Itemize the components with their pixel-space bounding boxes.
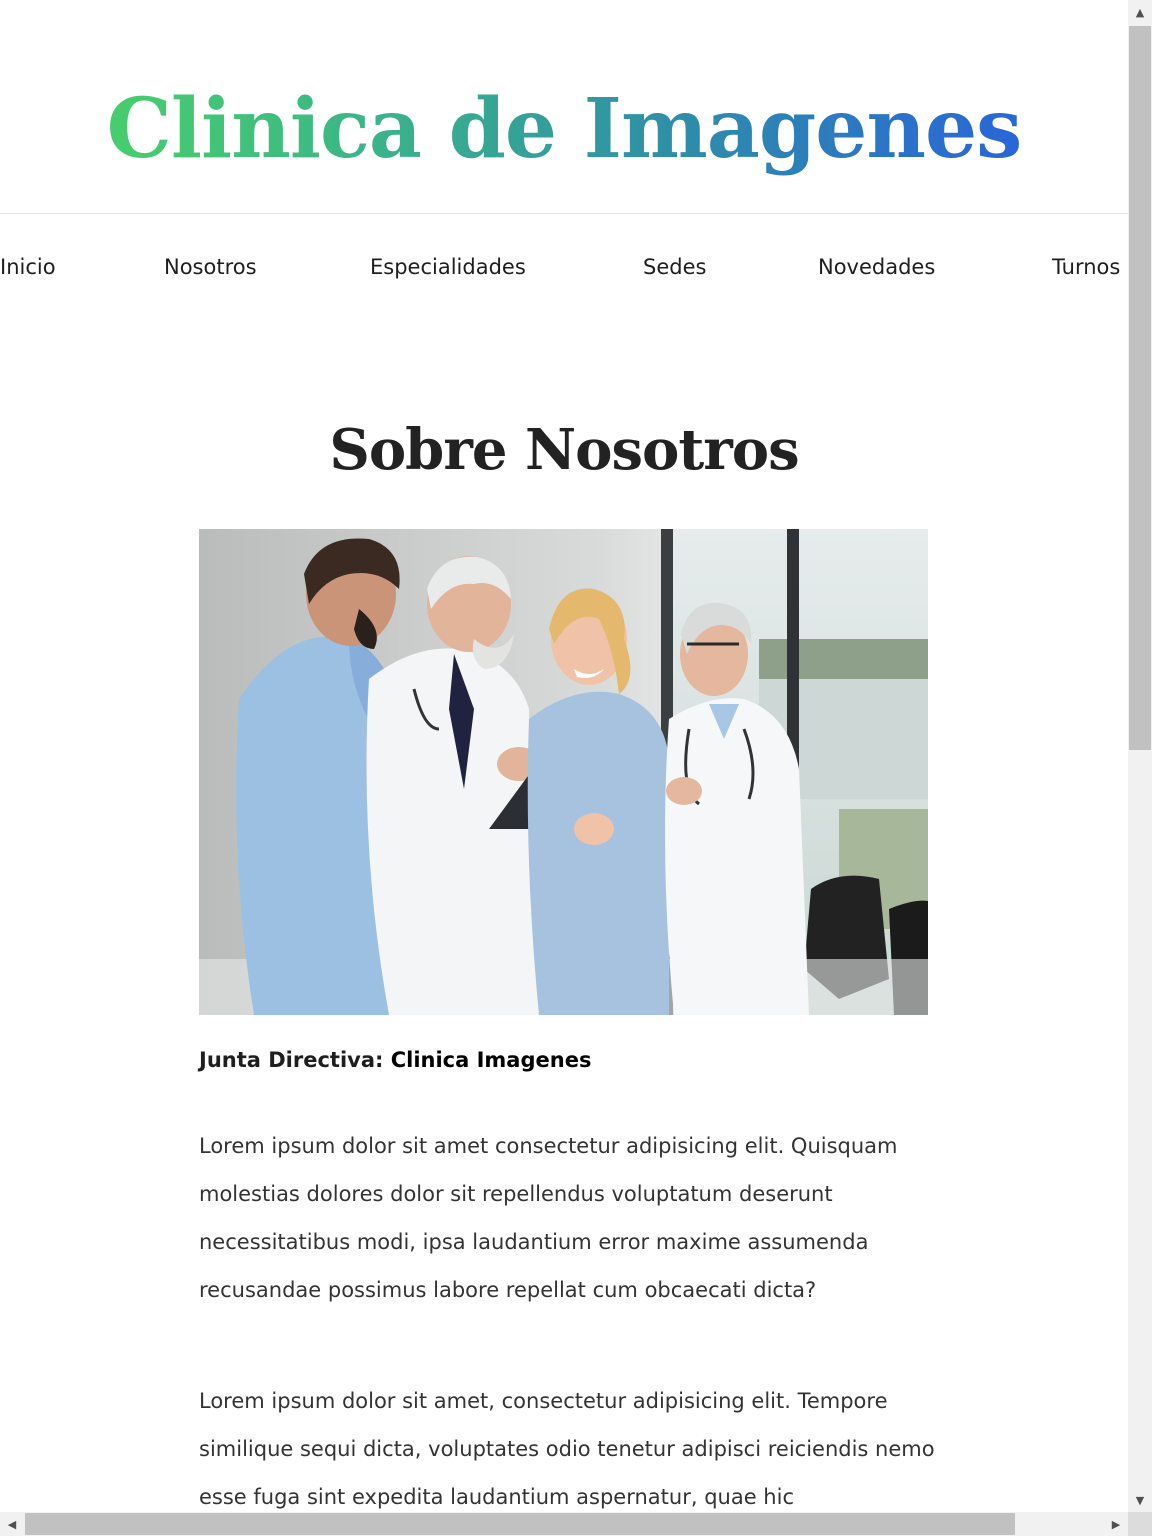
about-paragraph-1: Lorem ipsum dolor sit amet consectetur a… <box>199 1134 898 1302</box>
team-photo <box>199 529 928 1015</box>
nav-link-novedades[interactable]: Novedades <box>818 252 935 282</box>
vertical-scroll-thumb[interactable] <box>1129 26 1151 750</box>
nav-link-sedes[interactable]: Sedes <box>643 252 706 282</box>
horizontal-scrollbar[interactable]: ◀ ▶ <box>0 1512 1128 1536</box>
site-header: Clinica de Imagenes <box>0 0 1128 214</box>
triangle-left-icon[interactable]: ◀ <box>0 1512 24 1536</box>
main-nav: Inicio Nosotros Especialidades Sedes Nov… <box>0 214 1128 320</box>
photo-caption: Junta Directiva: Clinica Imagenes <box>199 1044 591 1076</box>
about-paragraph-2: Lorem ipsum dolor sit amet, consectetur … <box>199 1389 935 1509</box>
page-viewport: Clinica de Imagenes Inicio Nosotros Espe… <box>0 0 1128 1512</box>
nav-link-turnos[interactable]: Turnos <box>1052 252 1120 282</box>
site-title[interactable]: Clinica de Imagenes <box>0 74 1128 184</box>
team-photo-image <box>199 529 928 1015</box>
vertical-scrollbar[interactable]: ▲ ▼ <box>1128 0 1152 1512</box>
triangle-right-icon[interactable]: ▶ <box>1104 1512 1128 1536</box>
nav-link-nosotros[interactable]: Nosotros <box>164 252 257 282</box>
scrollbar-corner <box>1128 1512 1152 1536</box>
page-heading: Sobre Nosotros <box>329 417 799 483</box>
caption-label: Junta Directiva: <box>199 1048 384 1072</box>
nav-link-inicio[interactable]: Inicio <box>0 252 56 282</box>
triangle-up-icon[interactable]: ▲ <box>1128 0 1152 24</box>
nav-link-especialidades[interactable]: Especialidades <box>370 252 526 282</box>
triangle-down-icon[interactable]: ▼ <box>1128 1488 1152 1512</box>
horizontal-scroll-thumb[interactable] <box>25 1513 1015 1535</box>
caption-name: Clinica Imagenes <box>390 1048 592 1072</box>
